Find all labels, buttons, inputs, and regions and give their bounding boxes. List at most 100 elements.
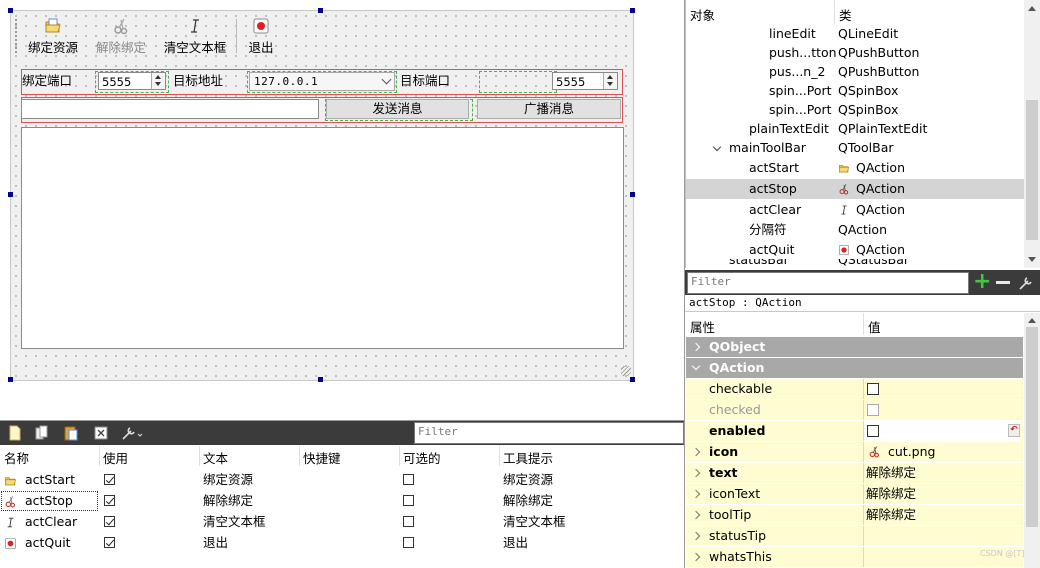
- copy-action-icon[interactable]: [33, 424, 51, 442]
- wrench-icon[interactable]: [1017, 274, 1035, 292]
- property-filter-input[interactable]: Filter: [687, 272, 969, 294]
- col-header-class[interactable]: 类: [839, 5, 852, 24]
- selection-handle[interactable]: [8, 8, 13, 13]
- table-row[interactable]: actClear 清空文本框 清空文本框: [0, 514, 684, 532]
- broadcast-message-button[interactable]: 广播消息: [477, 99, 621, 119]
- spin-arrows-icon[interactable]: [151, 73, 165, 89]
- chevron-right-icon[interactable]: [691, 468, 701, 478]
- target-addr-combobox[interactable]: 127.0.0.1: [249, 72, 395, 91]
- selection-handle[interactable]: [630, 377, 635, 382]
- tree-row[interactable]: statusBar QStatusBar: [686, 259, 1024, 268]
- scroll-up-icon[interactable]: [1028, 318, 1036, 323]
- used-checkbox[interactable]: [104, 537, 115, 548]
- property-group-qobject[interactable]: QObject: [686, 337, 1023, 358]
- col-header-text[interactable]: 文本: [203, 448, 228, 467]
- tree-row[interactable]: actStart QAction: [686, 158, 1024, 178]
- col-header-used[interactable]: 使用: [103, 448, 128, 467]
- chevron-right-icon[interactable]: [691, 552, 701, 562]
- scroll-thumb[interactable]: [1026, 100, 1038, 240]
- chevron-down-icon[interactable]: [712, 142, 722, 152]
- tree-row[interactable]: spin...Port QSpinBox: [686, 100, 1024, 120]
- chevron-right-icon[interactable]: [691, 531, 701, 541]
- col-header-checkable[interactable]: 可选的: [403, 448, 441, 467]
- property-row-text[interactable]: text 解除绑定: [686, 463, 1023, 484]
- selection-handle[interactable]: [630, 192, 635, 197]
- tree-row[interactable]: plainTextEdit QPlainTextEdit: [686, 119, 1024, 139]
- checkable-checkbox[interactable]: [403, 495, 414, 506]
- property-row-whatsthis[interactable]: whatsThis: [686, 547, 1023, 568]
- checkable-checkbox[interactable]: [403, 474, 414, 485]
- tree-row[interactable]: mainToolBar QToolBar: [686, 138, 1024, 158]
- bind-port-spinbox[interactable]: 5555: [98, 72, 166, 90]
- selection-handle[interactable]: [318, 8, 323, 13]
- toolbar-grip[interactable]: [15, 19, 20, 53]
- col-header-tooltip[interactable]: 工具提示: [503, 448, 553, 467]
- chevron-right-icon[interactable]: [691, 447, 701, 457]
- selection-handle[interactable]: [318, 377, 323, 382]
- chevron-right-icon[interactable]: [691, 489, 701, 499]
- enabled-checkbox[interactable]: [867, 425, 879, 437]
- property-row-statustip[interactable]: statusTip: [686, 526, 1023, 547]
- remove-property-icon[interactable]: [996, 281, 1010, 284]
- spin-arrows-icon[interactable]: [603, 73, 617, 89]
- chevron-down-icon[interactable]: [691, 361, 701, 371]
- selection-handle[interactable]: [8, 377, 13, 382]
- message-input[interactable]: [21, 99, 319, 119]
- delete-action-icon[interactable]: [92, 424, 110, 442]
- selection-handle[interactable]: [630, 8, 635, 13]
- wrench-icon[interactable]: [120, 424, 144, 442]
- main-window-form[interactable]: 绑定资源 解除绑定 清空文本框 退出 绑定端口 5555 目标地址 127.0.…: [10, 10, 634, 381]
- col-header-object[interactable]: 对象: [690, 5, 715, 24]
- action-filter-input[interactable]: Filter: [414, 422, 684, 444]
- property-row-tooltip[interactable]: toolTip 解除绑定: [686, 505, 1023, 526]
- property-row-icon[interactable]: icon cut.png: [686, 442, 1023, 463]
- chevron-right-icon[interactable]: [691, 342, 701, 352]
- col-header-shortcut[interactable]: 快捷键: [303, 448, 341, 467]
- table-row[interactable]: actStop 解除绑定 解除绑定: [0, 491, 684, 511]
- table-row[interactable]: actQuit 退出 退出: [0, 535, 684, 553]
- tree-row[interactable]: actClear QAction: [686, 200, 1024, 220]
- property-row-enabled[interactable]: enabled ↶: [686, 421, 1023, 442]
- scroll-up-icon[interactable]: [1028, 6, 1036, 11]
- property-row-checked[interactable]: checked: [686, 400, 1023, 421]
- tree-row[interactable]: 分隔符 QAction: [686, 220, 1024, 240]
- property-group-qaction[interactable]: QAction: [686, 358, 1023, 379]
- col-header-property[interactable]: 属性: [690, 317, 715, 336]
- reset-value-icon[interactable]: ↶: [1008, 424, 1020, 437]
- tree-row[interactable]: spin...Port QSpinBox: [686, 81, 1024, 101]
- size-grip-icon[interactable]: [621, 366, 631, 376]
- chevron-right-icon[interactable]: [691, 510, 701, 520]
- object-inspector-scrollbar[interactable]: [1024, 0, 1040, 268]
- table-row[interactable]: actStart 绑定资源 绑定资源: [0, 472, 684, 490]
- selection-handle[interactable]: [8, 192, 13, 197]
- checkable-checkbox[interactable]: [403, 537, 414, 548]
- tree-row[interactable]: push...tton QPushButton: [686, 43, 1024, 63]
- scroll-thumb[interactable]: [1026, 327, 1038, 527]
- property-editor-scrollbar[interactable]: [1024, 313, 1040, 568]
- add-property-icon[interactable]: +: [973, 271, 991, 293]
- paste-action-icon[interactable]: [62, 424, 80, 442]
- checkable-checkbox[interactable]: [403, 516, 414, 527]
- toolbar-action-stop[interactable]: 解除绑定: [95, 17, 147, 56]
- toolbar-action-clear[interactable]: 清空文本框: [163, 17, 227, 56]
- col-header-value[interactable]: 值: [868, 317, 881, 336]
- log-text-edit[interactable]: [21, 127, 624, 349]
- checkable-checkbox[interactable]: [867, 383, 879, 395]
- used-checkbox[interactable]: [104, 516, 115, 527]
- toolbar-action-start[interactable]: 绑定资源: [27, 17, 79, 56]
- tree-row[interactable]: actQuit QAction: [686, 240, 1024, 260]
- property-row-checkable[interactable]: checkable: [686, 379, 1023, 400]
- tree-row-selected[interactable]: actStop QAction: [686, 179, 1024, 199]
- property-row-icontext[interactable]: iconText 解除绑定: [686, 484, 1023, 505]
- col-header-name[interactable]: 名称: [4, 448, 29, 467]
- toolbar-action-quit[interactable]: 退出: [245, 17, 277, 56]
- scroll-down-icon[interactable]: [1028, 257, 1036, 262]
- used-checkbox[interactable]: [104, 474, 115, 485]
- tree-row[interactable]: lineEdit QLineEdit: [686, 24, 1024, 44]
- tree-row[interactable]: pus...n_2 QPushButton: [686, 62, 1024, 82]
- target-port-spinbox[interactable]: 5555: [552, 72, 618, 90]
- new-action-icon[interactable]: [6, 424, 24, 442]
- used-checkbox[interactable]: [104, 495, 115, 506]
- send-message-button[interactable]: 发送消息: [326, 99, 469, 119]
- checked-checkbox[interactable]: [867, 404, 879, 416]
